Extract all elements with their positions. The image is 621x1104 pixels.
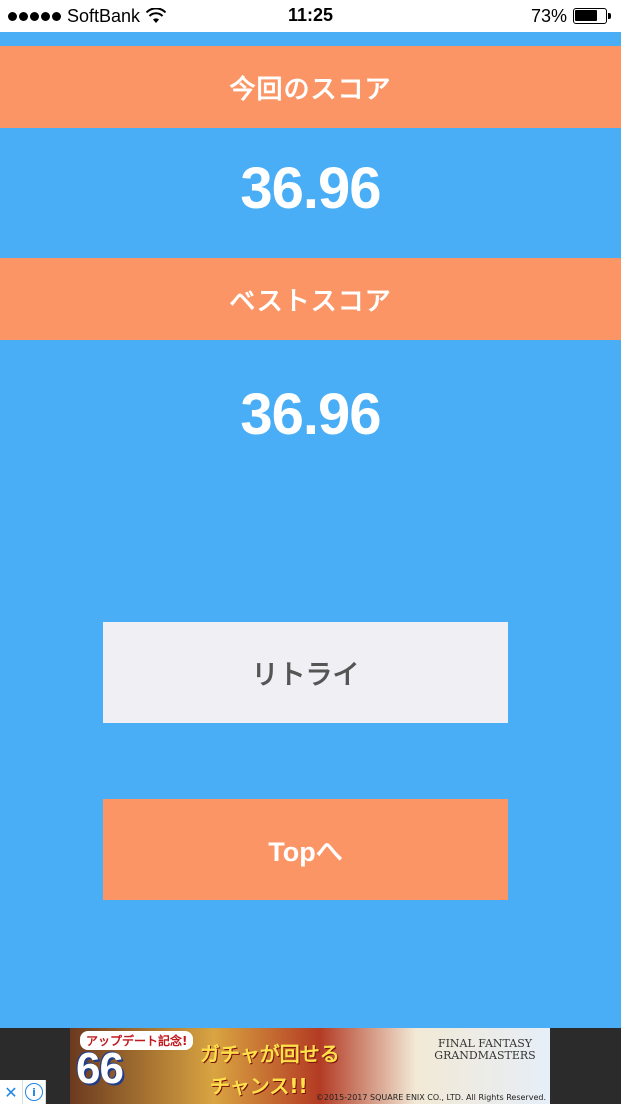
ad-controls: ✕ i (0, 1080, 46, 1104)
top-button[interactable]: Topへ (103, 799, 508, 900)
battery-icon (573, 8, 611, 24)
best-score-value: 36.96 (240, 382, 381, 447)
status-right: 73% (531, 5, 611, 27)
ad-logo: FINAL FANTASY GRANDMASTERS (434, 1037, 536, 1062)
current-score-value: 36.96 (240, 156, 381, 221)
ad-big-number: 66 (76, 1044, 124, 1093)
best-score-label: ベストスコア (0, 258, 621, 340)
current-score-label: 今回のスコア (0, 46, 621, 128)
retry-button[interactable]: リトライ (103, 622, 508, 723)
ad-subheadline: チャンス!! (210, 1074, 308, 1098)
ad-info-icon[interactable]: i (23, 1080, 46, 1104)
ad-copyright: ©2015-2017 SQUARE ENIX CO., LTD. All Rig… (315, 1093, 546, 1102)
ad-creative[interactable]: アップデート記念! 66 ガチャが回せる チャンス!! FINAL FANTAS… (70, 1028, 550, 1104)
battery-percent: 73% (530, 5, 567, 26)
status-bar: SoftBank 11:25 73% (0, 0, 621, 32)
ad-banner: アップデート記念! 66 ガチャが回せる チャンス!! FINAL FANTAS… (0, 1028, 621, 1104)
status-time: 11:25 (287, 5, 334, 25)
ad-close-icon[interactable]: ✕ (0, 1080, 23, 1104)
ad-headline: ガチャが回せる (200, 1042, 340, 1066)
